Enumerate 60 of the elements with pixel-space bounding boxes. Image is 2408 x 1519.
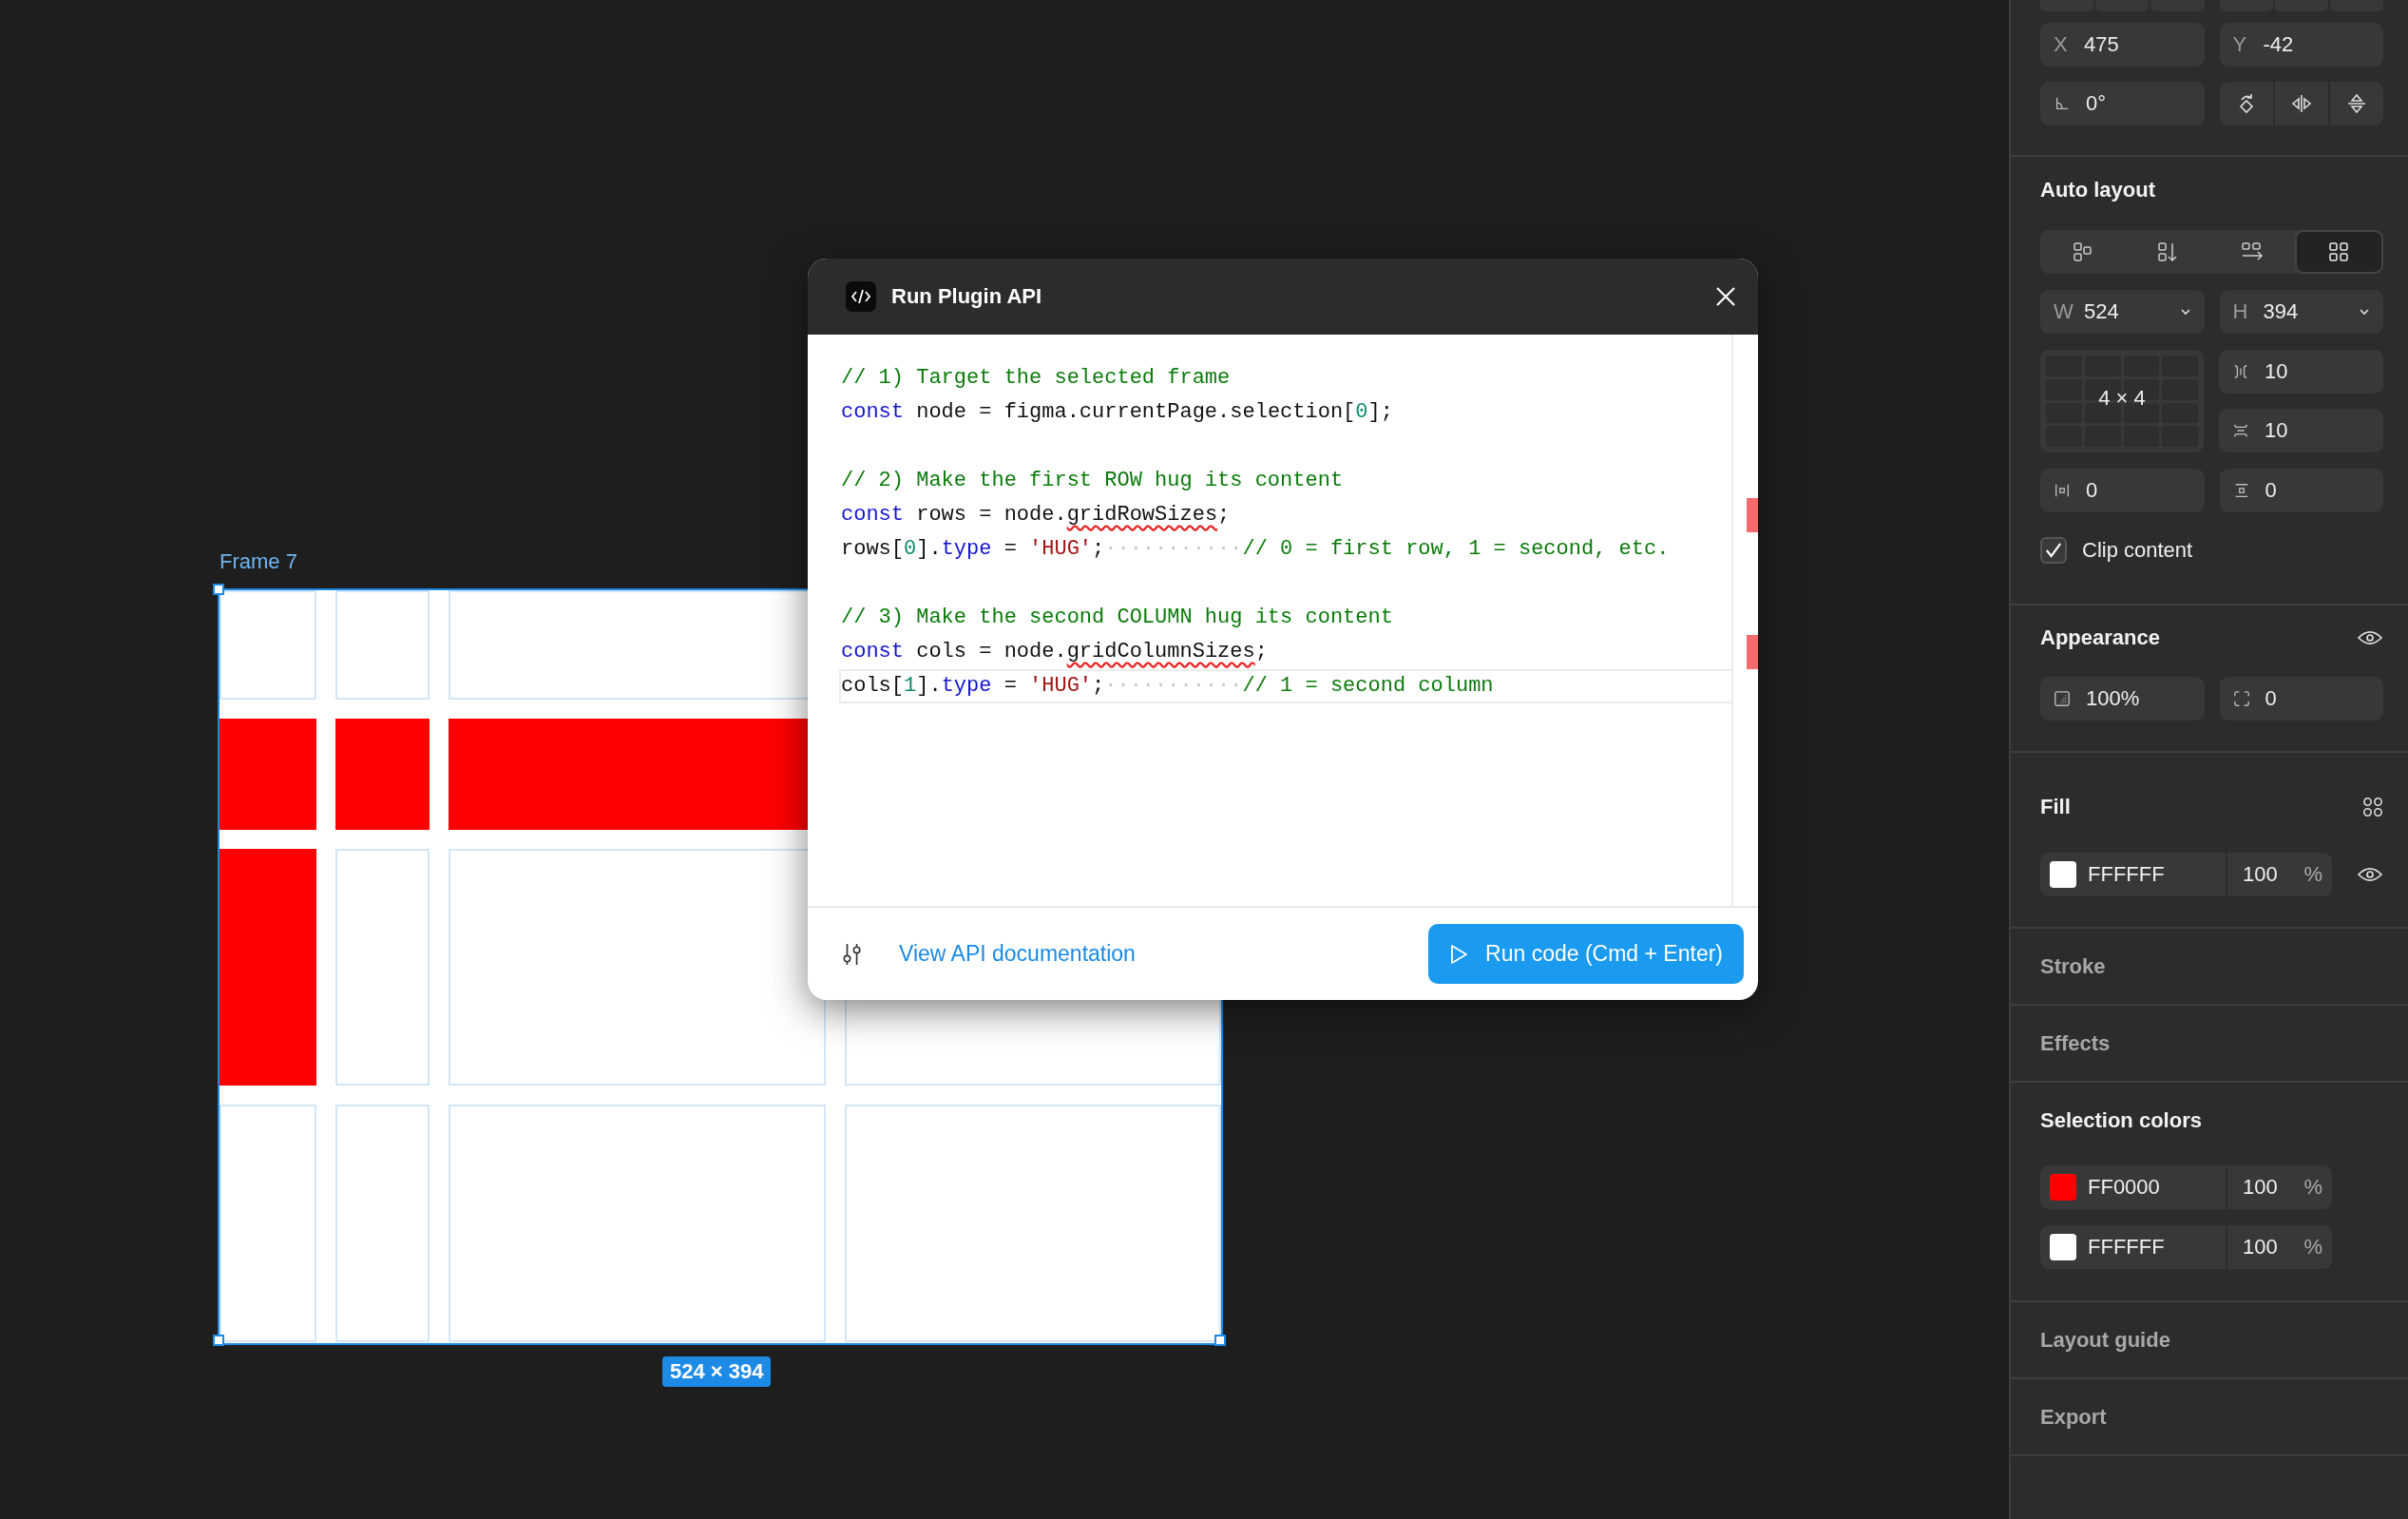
code-line: const rows = node.gridRowSizes; bbox=[841, 502, 1232, 529]
play-icon bbox=[1449, 943, 1469, 965]
section-title: Fill bbox=[2040, 794, 2071, 820]
chevron-down-icon bbox=[2359, 308, 2370, 316]
checkbox-label: Clip content bbox=[2082, 538, 2193, 563]
column-gap-icon bbox=[2232, 363, 2249, 380]
section-title: Selection colors bbox=[2040, 1107, 2203, 1134]
column-gap-field[interactable]: 10 bbox=[2219, 350, 2383, 394]
section-title[interactable]: Layout guide bbox=[2040, 1325, 2170, 1355]
selection-color-field[interactable]: FFFFFF 100 % bbox=[2040, 1225, 2332, 1269]
eye-icon[interactable] bbox=[2357, 628, 2383, 647]
error-marker bbox=[1747, 498, 1758, 532]
frame-name[interactable]: Frame 7 bbox=[220, 549, 297, 574]
chevron-down-icon bbox=[2179, 308, 2191, 316]
corner-radius-field[interactable]: 0 bbox=[2219, 677, 2383, 721]
x-position-field[interactable]: X 475 bbox=[2040, 23, 2205, 67]
color-swatch[interactable] bbox=[2050, 1234, 2076, 1260]
grid-size-picker[interactable]: 4 × 4 bbox=[2040, 350, 2204, 452]
height-field[interactable]: H 394 bbox=[2219, 290, 2383, 334]
code-line: rows[0].type = 'HUG';···········// 0 = first row, 1 = second, etc. bbox=[841, 536, 1671, 563]
code-line: const node = figma.currentPage.selection[0]; bbox=[841, 399, 1394, 426]
corner-radius-icon bbox=[2232, 690, 2250, 707]
code-line: // 2) Make the first ROW hug its content bbox=[841, 468, 1345, 494]
y-position-field[interactable]: Y -42 bbox=[2219, 23, 2383, 67]
section-title: Auto layout bbox=[2040, 177, 2156, 203]
row-gap-icon bbox=[2232, 422, 2249, 439]
color-swatch[interactable] bbox=[2050, 1174, 2076, 1201]
grid-layout-icon[interactable] bbox=[2294, 230, 2383, 274]
resize-handle[interactable] bbox=[213, 1335, 224, 1346]
horizontal-padding-field[interactable]: 0 bbox=[2040, 469, 2205, 512]
section-title: Appearance bbox=[2040, 625, 2160, 651]
vertical-padding-field[interactable]: 0 bbox=[2219, 469, 2383, 512]
row-gap-field[interactable]: 10 bbox=[2219, 409, 2383, 452]
opacity-field[interactable]: 100% bbox=[2040, 677, 2205, 721]
code-icon bbox=[846, 281, 876, 312]
api-docs-link[interactable]: View API documentation bbox=[899, 941, 1429, 967]
angle-icon bbox=[2054, 95, 2071, 112]
horizontal-padding-icon bbox=[2054, 482, 2071, 499]
clip-content-checkbox[interactable] bbox=[2040, 537, 2067, 564]
dialog-title: Run Plugin API bbox=[891, 284, 1043, 309]
styles-icon[interactable] bbox=[2362, 797, 2383, 817]
code-line: cols[1].type = 'HUG';···········// 1 = second column bbox=[839, 669, 1731, 703]
resize-handle[interactable] bbox=[213, 584, 224, 595]
resize-handle[interactable] bbox=[1214, 1335, 1226, 1346]
width-field[interactable]: W 524 bbox=[2040, 290, 2205, 334]
code-line: // 3) Make the second COLUMN hug its content bbox=[841, 605, 1394, 631]
code-line: const cols = node.gridColumnSizes; bbox=[841, 639, 1269, 665]
section-title[interactable]: Effects bbox=[2040, 1029, 2111, 1058]
opacity-icon bbox=[2054, 690, 2071, 707]
color-swatch[interactable] bbox=[2050, 861, 2076, 888]
eye-icon[interactable] bbox=[2357, 865, 2383, 884]
rotation-field[interactable]: 0° bbox=[2040, 82, 2205, 125]
close-icon[interactable] bbox=[1714, 285, 1737, 308]
section-title[interactable]: Stroke bbox=[2040, 952, 2106, 981]
code-line: // 1) Target the selected frame bbox=[841, 365, 1232, 392]
fill-color-field[interactable]: FFFFFF 100 % bbox=[2040, 853, 2332, 896]
selection-color-field[interactable]: FF0000 100 % bbox=[2040, 1165, 2332, 1209]
size-badge: 524 × 394 bbox=[662, 1356, 772, 1387]
section-title[interactable]: Export bbox=[2040, 1402, 2107, 1432]
error-marker bbox=[1747, 635, 1758, 669]
